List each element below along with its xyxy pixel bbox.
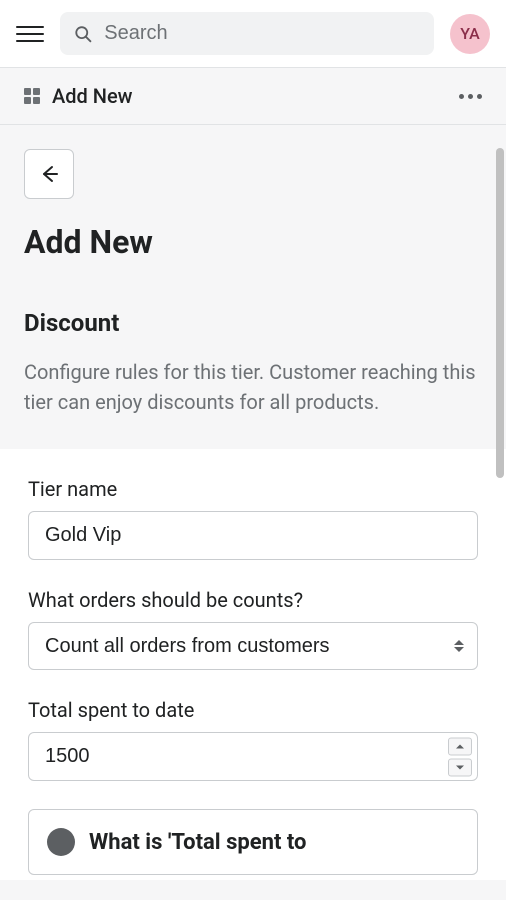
orders-count-label: What orders should be counts? (28, 588, 478, 612)
app-grid-icon (24, 88, 40, 104)
avatar[interactable]: YA (450, 14, 490, 54)
top-bar: YA (0, 0, 506, 68)
search-box[interactable] (60, 12, 434, 55)
scrollbar-thumb[interactable] (496, 148, 504, 478)
more-options-icon[interactable] (459, 94, 482, 99)
page-title: Add New (24, 223, 482, 261)
total-spent-input[interactable] (28, 732, 478, 781)
section-heading: Discount (24, 309, 482, 337)
info-text: What is 'Total spent to (89, 830, 306, 855)
info-box[interactable]: What is 'Total spent to (28, 809, 478, 875)
orders-count-group: What orders should be counts? Count all … (28, 588, 478, 670)
back-button[interactable] (24, 149, 74, 199)
stepper-up-button[interactable] (448, 737, 472, 755)
hamburger-menu-icon[interactable] (16, 20, 44, 48)
orders-count-select[interactable]: Count all orders from customers (28, 622, 478, 670)
sub-header: Add New (0, 68, 506, 125)
info-icon (47, 828, 75, 856)
tier-name-group: Tier name (28, 477, 478, 560)
search-icon (74, 24, 92, 44)
form-card: Tier name What orders should be counts? … (0, 449, 506, 880)
total-spent-group: Total spent to date (28, 698, 478, 781)
arrow-left-icon (38, 163, 60, 185)
tier-name-input[interactable] (28, 511, 478, 560)
section-description: Configure rules for this tier. Customer … (24, 357, 482, 417)
subheader-title: Add New (52, 84, 133, 108)
total-spent-label: Total spent to date (28, 698, 478, 722)
content-area: Add New Discount Configure rules for thi… (0, 125, 506, 880)
stepper-down-button[interactable] (448, 758, 472, 776)
search-input[interactable] (104, 22, 420, 45)
tier-name-label: Tier name (28, 477, 478, 501)
